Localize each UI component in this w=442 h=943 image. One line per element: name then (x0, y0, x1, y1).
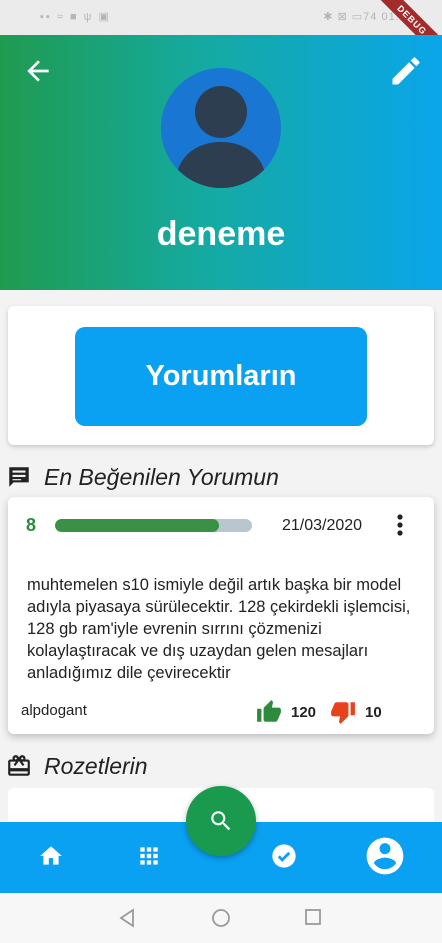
thumb-up-icon (257, 700, 281, 722)
status-bar: ▪▪ ≈ ■ ψ ▣ ✱ ⊠ ▭74 01:08 (0, 0, 442, 35)
apps-icon (140, 847, 158, 865)
system-navigation-bar (0, 893, 442, 943)
profile-header: deneme (0, 35, 442, 290)
badges-section-title: Rozetlerin (6, 751, 148, 781)
your-comments-button[interactable]: Yorumların (75, 327, 367, 426)
comment-date: 21/03/2020 (282, 517, 363, 534)
more-options-button[interactable] (390, 511, 410, 539)
comments-card: Yorumların (8, 306, 434, 445)
nav-home[interactable] (31, 836, 71, 876)
back-triangle-icon[interactable] (118, 908, 136, 928)
person-icon (175, 86, 267, 188)
badge-icon (8, 755, 30, 776)
comment-score: 8 (26, 515, 37, 535)
comment-icon (9, 467, 29, 487)
check-circle-icon (272, 844, 296, 868)
nav-apps[interactable] (129, 836, 169, 876)
section-title-text: En Beğenilen Yorumun (44, 463, 279, 490)
reactions: 120 10 (256, 699, 382, 725)
avatar[interactable] (161, 68, 281, 188)
search-icon (211, 811, 231, 831)
arrow-back-icon (27, 60, 49, 82)
edit-profile-button[interactable] (388, 53, 424, 89)
score-progress-bar (55, 519, 252, 532)
search-fab[interactable] (186, 786, 256, 856)
like-button[interactable]: 120 (256, 699, 316, 725)
recents-square-icon[interactable] (304, 908, 322, 926)
comment-author[interactable]: alpdogant (21, 702, 87, 719)
account-circle-icon (366, 837, 404, 875)
nav-approved[interactable] (264, 836, 304, 876)
status-left-icons: ▪▪ ≈ ■ ψ ▣ (40, 11, 111, 23)
comment-text: muhtemelen s10 ismiyle değil artık başka… (27, 576, 411, 682)
dislike-button[interactable]: 10 (330, 699, 382, 725)
more-vert-icon (397, 514, 403, 536)
section-title-text: Rozetlerin (44, 752, 148, 779)
home-icon (40, 846, 62, 865)
dislike-count: 10 (365, 703, 382, 721)
username: deneme (156, 215, 286, 253)
top-comment-card[interactable]: 8 21/03/2020 muhtemelen s10 ismiyle deği… (8, 497, 434, 734)
like-count: 120 (291, 703, 317, 721)
nav-profile[interactable] (362, 833, 408, 879)
thumb-down-icon (331, 702, 355, 724)
home-circle-icon[interactable] (211, 908, 231, 928)
score-progress-fill (55, 519, 219, 532)
edit-icon (392, 57, 420, 85)
back-button[interactable] (22, 55, 54, 87)
top-comment-section-title: En Beğenilen Yorumun (6, 462, 279, 492)
